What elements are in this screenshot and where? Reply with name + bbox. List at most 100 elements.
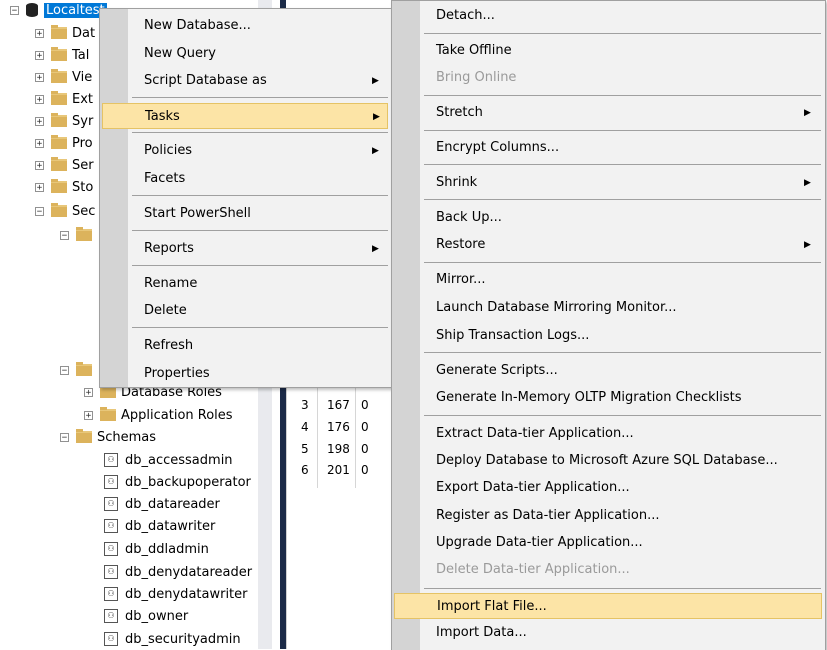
folder-icon [51,25,67,39]
schema-label: db_denydatareader [125,564,253,580]
expand-icon[interactable]: + [35,50,44,60]
collapse-icon[interactable]: − [60,432,69,442]
tree-node-application-roles[interactable]: + Application Roles [84,405,233,425]
menu-item-restore[interactable]: Restore ▶ [394,232,822,258]
menu-item-properties[interactable]: Properties [102,361,388,387]
menu-separator [132,230,388,231]
schema-label: db_owner [125,608,189,624]
menu-item-stretch[interactable]: Stretch ▶ [394,100,822,126]
table-row[interactable]: 6 201 0 [287,461,397,480]
menu-item-import-data[interactable]: Import Data... [394,620,822,646]
tree-node-label: Schemas [97,429,157,445]
schema-item[interactable]: ⚇ db_accessadmin [104,450,233,470]
collapse-icon[interactable]: − [60,365,69,375]
schema-item[interactable]: ⚇ db_backupoperator [104,472,251,492]
collapse-icon[interactable]: − [10,5,19,15]
menu-item-refresh[interactable]: Refresh [102,333,388,359]
expand-icon[interactable]: + [35,94,44,104]
menu-item-detach[interactable]: Detach... [394,3,822,29]
menu-item-upgrade-dac[interactable]: Upgrade Data-tier Application... [394,530,822,556]
menu-item-import-flat-file[interactable]: Import Flat File... [394,593,822,619]
menu-item-generate-scripts[interactable]: Generate Scripts... [394,358,822,384]
tree-node-security[interactable]: − Sec [35,201,95,221]
tree-node[interactable]: + Dat [35,23,95,43]
expand-icon[interactable]: + [35,72,44,82]
tree-node[interactable]: + Ext [35,89,93,109]
tree-node-localtest[interactable]: − Localtest [10,0,107,20]
collapse-icon[interactable]: − [60,230,69,240]
tree-node[interactable]: + Ser [35,155,94,175]
menu-separator [132,265,388,266]
expand-icon[interactable]: + [35,138,44,148]
menu-item-label: Import Flat File... [437,599,547,614]
menu-item-facets[interactable]: Facets [102,166,388,192]
expand-icon[interactable]: + [35,182,44,192]
tree-node[interactable]: + Pro [35,133,93,153]
tree-node-label: Syr [72,113,94,129]
menu-separator [132,327,388,328]
schema-item[interactable]: ⚇ db_datareader [104,494,220,514]
menu-item-extract-dac[interactable]: Extract Data-tier Application... [394,421,822,447]
menu-item-rename[interactable]: Rename [102,271,388,297]
table-row[interactable]: 4 176 0 [287,418,397,437]
tree-node[interactable]: + Sto [35,177,93,197]
menu-item-take-offline[interactable]: Take Offline [394,38,822,64]
menu-item-mirror[interactable]: Mirror... [394,267,822,293]
menu-item-new-database[interactable]: New Database... [102,13,388,39]
menu-separator [132,97,388,98]
schema-item[interactable]: ⚇ db_denydatareader [104,562,252,582]
row-number: 4 [301,420,309,434]
menu-item-new-query[interactable]: New Query [102,41,388,67]
menu-item-label: Delete [144,303,187,318]
table-row[interactable]: 3 167 0 [287,396,397,415]
menu-item-delete[interactable]: Delete [102,298,388,324]
menu-item-export-dac[interactable]: Export Data-tier Application... [394,475,822,501]
schema-item[interactable]: ⚇ db_ddladmin [104,539,209,559]
tree-node[interactable]: − [60,225,97,245]
table-row[interactable]: 5 198 0 [287,440,397,459]
menu-item-ship-transaction-logs[interactable]: Ship Transaction Logs... [394,323,822,349]
menu-item-label: Export Data-tier Application... [436,480,630,495]
schema-item[interactable]: ⚇ db_denydatawriter [104,584,248,604]
tree-node[interactable]: + Syr [35,111,93,131]
menu-item-bring-online[interactable]: Bring Online [394,65,822,91]
tree-node[interactable]: + Vie [35,67,92,87]
tree-node[interactable]: − [60,360,97,380]
menu-item-shrink[interactable]: Shrink ▶ [394,170,822,196]
menu-separator [424,95,821,96]
schema-icon: ⚇ [104,632,118,646]
expand-icon[interactable]: + [35,116,44,126]
schema-item[interactable]: ⚇ db_datawriter [104,516,215,536]
menu-item-label: Generate In-Memory OLTP Migration Checkl… [436,390,742,405]
menu-item-reports[interactable]: Reports ▶ [102,236,388,262]
schema-label: db_ddladmin [125,541,209,557]
menu-item-label: Rename [144,276,198,291]
menu-item-start-powershell[interactable]: Start PowerShell [102,201,388,227]
expand-icon[interactable]: + [84,387,93,397]
submenu-arrow-icon: ▶ [372,244,379,254]
menu-item-generate-oltp-checklists[interactable]: Generate In-Memory OLTP Migration Checkl… [394,385,822,411]
collapse-icon[interactable]: − [35,206,44,216]
tree-node-schemas[interactable]: − Schemas [60,427,156,447]
schema-item[interactable]: ⚇ db_owner [104,606,188,626]
expand-icon[interactable]: + [84,410,93,420]
tree-node[interactable]: + Tal [35,45,89,65]
menu-item-script-database-as[interactable]: Script Database as ▶ [102,68,388,94]
schema-item[interactable]: ⚇ db_securityadmin [104,629,241,649]
menu-item-delete-dac[interactable]: Delete Data-tier Application... [394,557,822,583]
expand-icon[interactable]: + [35,160,44,170]
menu-item-back-up[interactable]: Back Up... [394,205,822,231]
menu-item-encrypt-columns[interactable]: Encrypt Columns... [394,135,822,161]
menu-item-register-dac[interactable]: Register as Data-tier Application... [394,503,822,529]
row-number: 5 [301,442,309,456]
menu-item-label: Reports [144,241,194,256]
folder-icon [51,203,67,217]
menu-item-launch-mirroring-monitor[interactable]: Launch Database Mirroring Monitor... [394,295,822,321]
menu-item-deploy-azure[interactable]: Deploy Database to Microsoft Azure SQL D… [394,448,822,474]
tree-node-label: Application Roles [121,407,233,423]
menu-item-label: Encrypt Columns... [436,140,560,155]
expand-icon[interactable]: + [35,28,44,38]
menu-item-tasks[interactable]: Tasks ▶ [102,103,388,129]
menu-separator [132,195,388,196]
menu-item-policies[interactable]: Policies ▶ [102,138,388,164]
